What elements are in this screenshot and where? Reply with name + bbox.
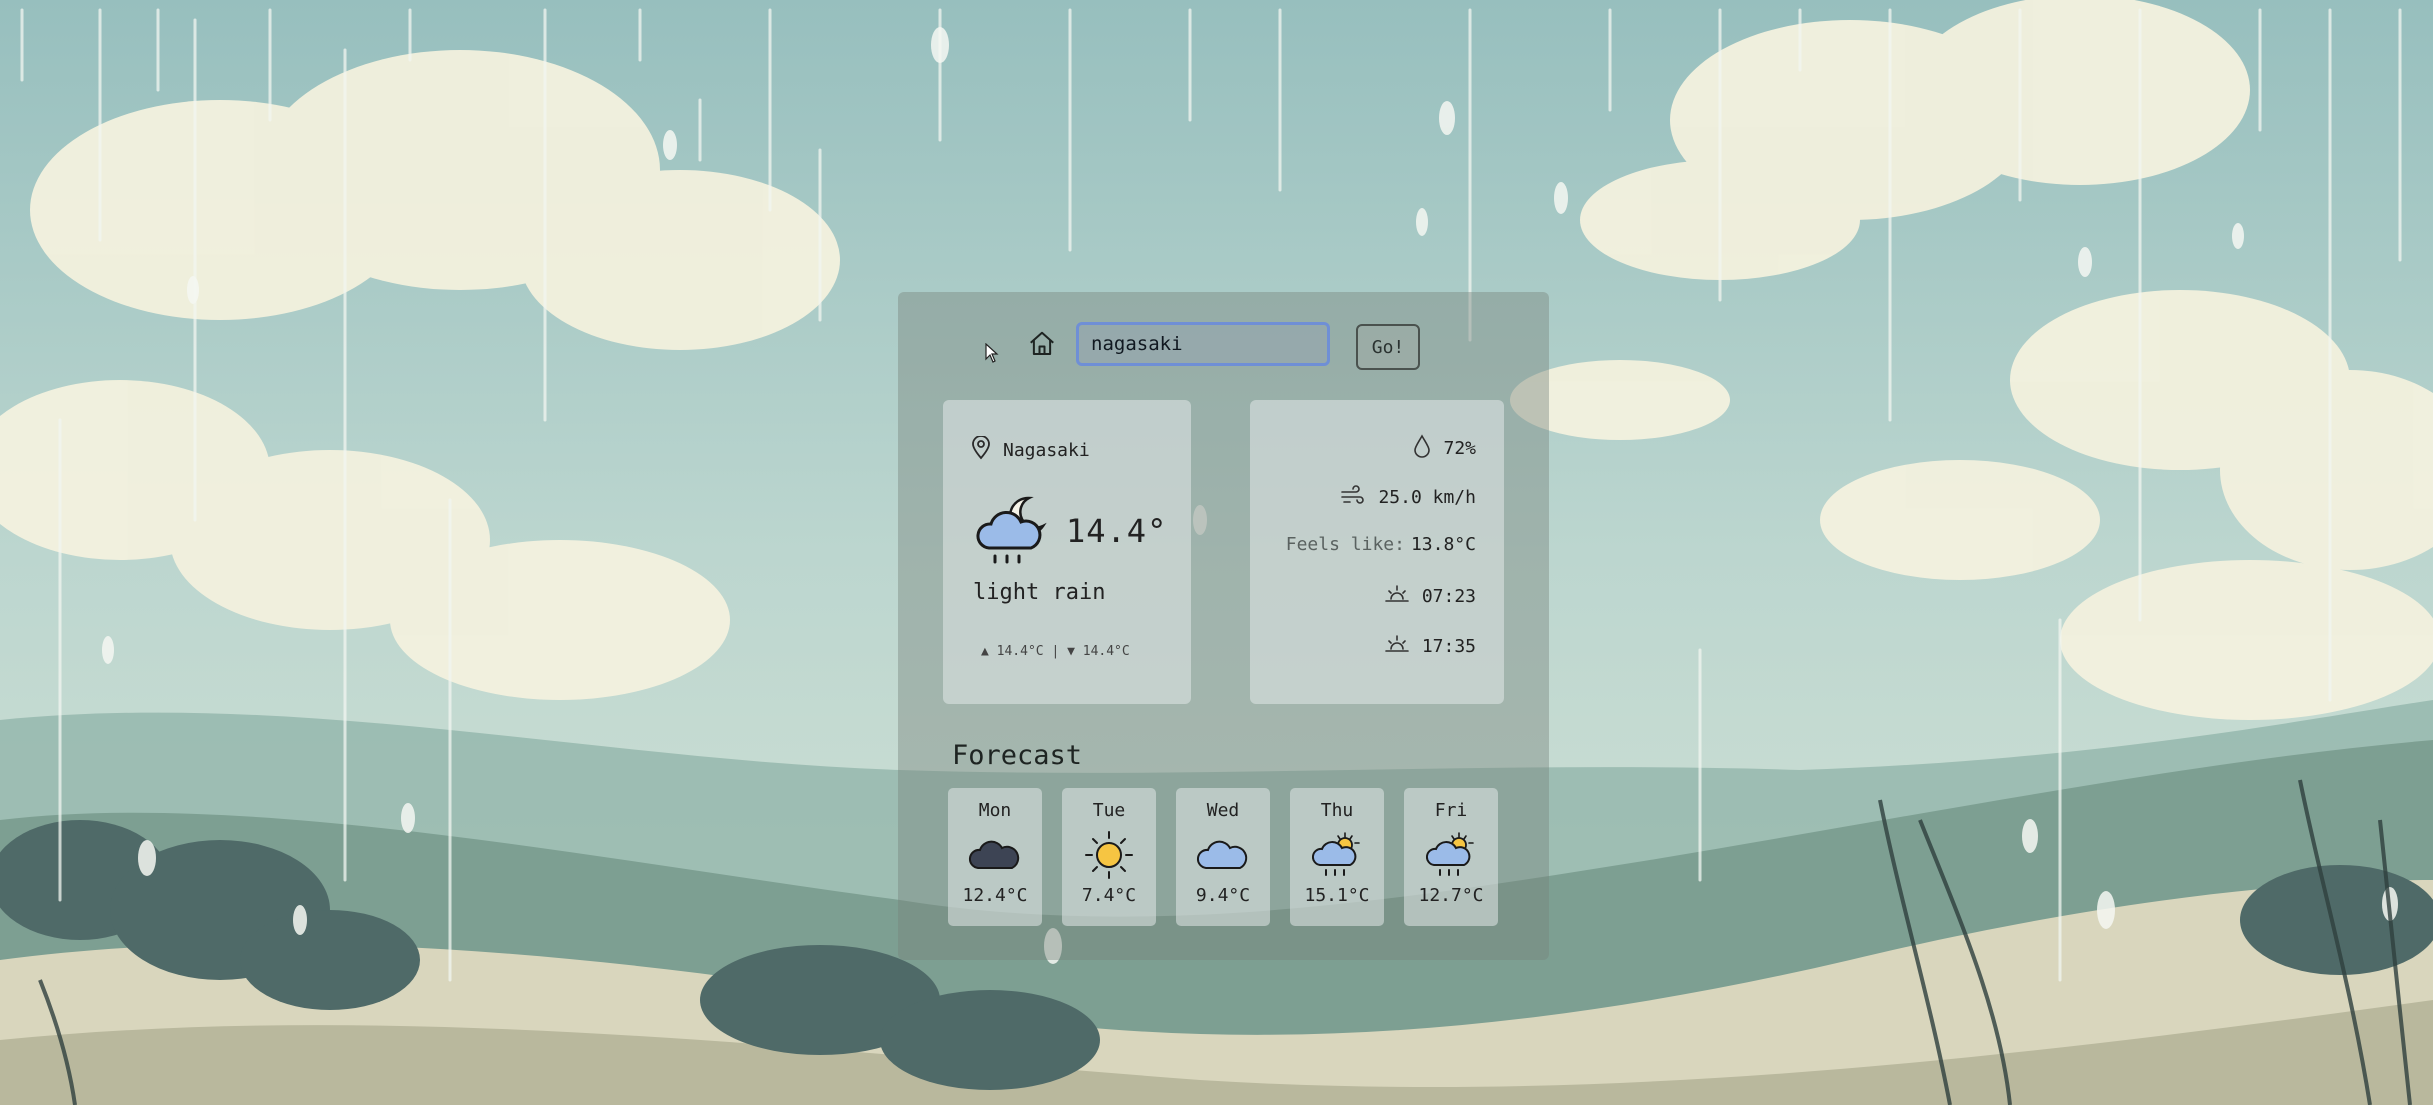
forecast-day: Mon	[978, 800, 1012, 821]
home-button[interactable]	[1024, 328, 1060, 364]
humidity-row: 72%	[1413, 434, 1476, 463]
feels-like-label: Feels like:	[1285, 534, 1405, 555]
forecast-list: Mon 12.4°C Tue 7.4°C Wed 9.4°C Thu 15.1°…	[948, 788, 1498, 926]
humidity-value: 72%	[1443, 438, 1476, 459]
go-button[interactable]: Go!	[1356, 324, 1420, 370]
weather-card: Go! Nagasaki	[898, 292, 1549, 960]
feels-like-value: 13.8°C	[1410, 534, 1476, 555]
current-weather-panel: Nagasaki 14.4° light rain ▲ 14.4°C | ▼ 1…	[943, 400, 1191, 704]
current-temperature: 14.4°	[1066, 512, 1168, 550]
forecast-temp: 9.4°C	[1195, 885, 1251, 906]
sun-cloud-rain-icon	[1312, 831, 1362, 879]
weather-description: light rain	[973, 580, 1106, 605]
humidity-icon	[1413, 434, 1431, 463]
forecast-day: Thu	[1320, 800, 1354, 821]
forecast-day: Wed	[1206, 800, 1240, 821]
forecast-day-card: Thu 15.1°C	[1290, 788, 1384, 926]
forecast-temp: 7.4°C	[1081, 885, 1137, 906]
forecast-temp: 12.4°C	[962, 885, 1028, 906]
dark-cloud-icon	[968, 831, 1022, 879]
sunrise-icon	[1384, 584, 1410, 609]
forecast-temp: 15.1°C	[1304, 885, 1370, 906]
forecast-day-card: Wed 9.4°C	[1176, 788, 1270, 926]
wind-value: 25.0 km/h	[1378, 487, 1476, 508]
sun-icon	[1084, 831, 1134, 879]
sunset-time: 17:35	[1421, 636, 1476, 657]
forecast-day: Fri	[1434, 800, 1468, 821]
app-window: Go! Nagasaki	[0, 0, 2433, 1105]
location-row: Nagasaki	[971, 435, 1090, 465]
wind-row: 25.0 km/h	[1340, 484, 1476, 511]
forecast-day-card: Mon 12.4°C	[948, 788, 1042, 926]
forecast-temp: 12.7°C	[1418, 885, 1484, 906]
min-max-temperature: ▲ 14.4°C | ▼ 14.4°C	[981, 644, 1130, 659]
sunset-row: 17:35	[1384, 634, 1476, 659]
cloud-icon	[1196, 831, 1250, 879]
mouse-cursor-icon	[985, 342, 999, 367]
map-pin-icon	[971, 435, 991, 465]
sunset-icon	[1384, 634, 1410, 659]
location-name: Nagasaki	[1003, 440, 1090, 461]
sun-cloud-rain-icon	[1426, 831, 1476, 879]
feels-like-row: Feels like: 13.8°C	[1286, 534, 1476, 555]
forecast-day-card: Fri 12.7°C	[1404, 788, 1498, 926]
search-input[interactable]	[1076, 322, 1330, 366]
forecast-title: Forecast	[952, 740, 1083, 771]
sunrise-row: 07:23	[1384, 584, 1476, 609]
forecast-day-card: Tue 7.4°C	[1062, 788, 1156, 926]
cloud-moon-rain-icon	[971, 492, 1051, 576]
home-icon	[1027, 329, 1057, 363]
sunrise-time: 07:23	[1421, 586, 1476, 607]
forecast-day: Tue	[1092, 800, 1126, 821]
weather-details-panel: 72% 25.0 km/h Feels like: 13.8°C 07:23 1…	[1250, 400, 1504, 704]
wind-icon	[1340, 484, 1366, 511]
